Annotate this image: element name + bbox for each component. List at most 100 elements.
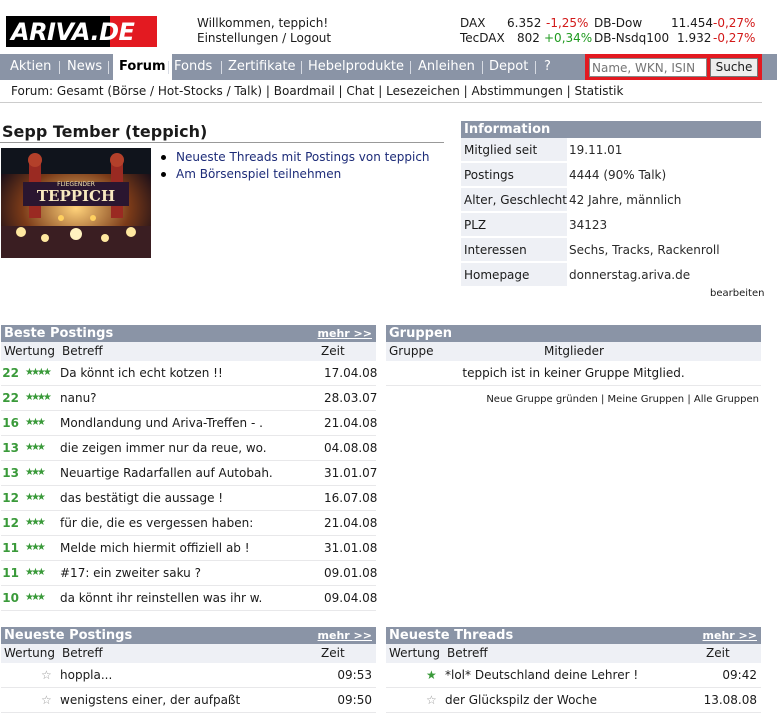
col-wertung: Wertung <box>389 646 441 660</box>
info-row: PLZ 34123 <box>461 213 761 238</box>
posting-subject[interactable]: Neuartige Radarfallen auf Autobah. <box>60 461 273 485</box>
table-row[interactable]: 11 ★★★ Melde mich hiermit offiziell ab ! 31… <box>1 536 377 561</box>
newest-postings-more-link[interactable]: mehr >> <box>318 627 372 644</box>
ticker-name[interactable]: DB-Dow <box>594 16 642 31</box>
posting-time: 28.03.07 <box>324 391 378 405</box>
table-row[interactable]: 16 ★★★ Mondlandung und Ariva-Treffen - . 21… <box>1 411 378 436</box>
forum-subnav[interactable]: Forum: Gesamt (Börse / Hot-Stocks / Talk… <box>11 84 623 98</box>
settings-logout-link[interactable]: Einstellungen / Logout <box>197 31 331 46</box>
link-newest-threads[interactable]: Neueste Threads mit Postings von teppich <box>160 149 430 166</box>
best-postings-header: Beste Postings mehr >> <box>1 325 376 342</box>
table-row[interactable]: ★ *lol* Deutschland deine Lehrer ! 09:42 <box>386 663 761 688</box>
posting-time: 31.01.07 <box>324 466 378 480</box>
rating-stars-icon: ★★★ <box>25 467 46 478</box>
col-betreff[interactable]: Betreff <box>62 342 103 361</box>
posting-score: 22 <box>2 391 19 405</box>
search-button[interactable]: Suche <box>710 58 758 77</box>
posting-score: 10 <box>2 591 19 605</box>
nav-news[interactable]: News <box>61 54 108 80</box>
nav-anleihen[interactable]: Anleihen <box>412 54 481 80</box>
posting-time: 09:42 <box>722 668 757 682</box>
posting-time: 09.04.08 <box>324 591 378 605</box>
table-row[interactable]: 13 ★★★ Neuartige Radarfallen auf Autobah. 3… <box>1 461 378 486</box>
ticker-name[interactable]: DB-Nsdq100 <box>594 31 669 46</box>
col-zeit[interactable]: Zeit <box>321 342 345 361</box>
posting-subject[interactable]: hoppla... <box>60 663 112 687</box>
posting-subject[interactable]: Melde mich hiermit offiziell ab ! <box>60 536 250 560</box>
best-postings-more-link[interactable]: mehr >> <box>318 325 372 342</box>
posting-score: 16 <box>2 416 19 430</box>
posting-score: 13 <box>2 441 19 455</box>
posting-subject[interactable]: für die, die es vergessen haben: <box>60 511 253 535</box>
info-key: Mitglied seit <box>461 138 567 161</box>
link-boersenspiel[interactable]: Am Börsenspiel teilnehmen <box>160 166 430 183</box>
table-row[interactable]: 12 ★★★ für die, die es vergessen haben: 21.… <box>1 511 377 536</box>
col-mitglieder: Mitglieder <box>544 344 604 358</box>
ticker-value: 11.454 <box>671 16 713 30</box>
table-row[interactable]: 11 ★★★ #17: ein zweiter saku ? 09.01.08 <box>1 561 377 586</box>
posting-subject[interactable]: der Glückspilz der Woche <box>445 688 597 712</box>
info-row: Mitglied seit 19.11.01 <box>461 138 761 163</box>
nav-fonds[interactable]: Fonds <box>168 54 218 80</box>
newest-postings-panel: Neueste Postings mehr >> Wertung Betreff… <box>1 627 376 713</box>
info-key: Interessen <box>461 238 567 261</box>
homepage-link[interactable]: donnerstag.ariva.de <box>569 263 690 287</box>
ticker-value: 6.352 <box>507 16 542 30</box>
table-row[interactable]: ☆ der Glückspilz der Woche 13.08.08 <box>386 688 761 713</box>
information-title: Information <box>464 122 551 137</box>
nav-depot[interactable]: Depot <box>483 54 534 80</box>
posting-subject[interactable]: #17: ein zweiter saku ? <box>60 561 201 585</box>
search-input[interactable] <box>589 58 707 77</box>
page-title: Sepp Tember (teppich) <box>2 122 208 141</box>
posting-subject[interactable]: da könnt ihr reinstellen was ihr w. <box>60 586 262 610</box>
posting-subject[interactable]: das bestätigt die aussage ! <box>60 486 223 510</box>
ticker-name[interactable]: TecDAX <box>460 31 505 46</box>
star-outline-icon: ☆ <box>41 693 52 707</box>
rating-stars-icon: ★★★ <box>25 567 46 578</box>
ticker-name[interactable]: DAX <box>460 16 485 31</box>
posting-time: 16.07.08 <box>324 491 378 505</box>
search-box: Suche <box>585 54 762 80</box>
ariva-logo[interactable]: ARIVA.DE <box>6 16 157 47</box>
nav-hebelprodukte[interactable]: Hebelprodukte <box>302 54 410 80</box>
col-gruppe: Gruppe <box>389 344 434 358</box>
nav-aktien[interactable]: Aktien <box>4 54 57 80</box>
rating-stars-icon: ★★★ <box>25 417 46 428</box>
nav-zertifikate[interactable]: Zertifikate <box>222 54 302 80</box>
edit-profile-link[interactable]: bearbeiten <box>710 288 764 299</box>
header: ARIVA.DE Willkommen, teppich! Einstellun… <box>0 0 777 54</box>
posting-subject[interactable]: wenigstens einer, der aufpaßt <box>60 688 240 712</box>
posting-subject[interactable]: *lol* Deutschland deine Lehrer ! <box>445 663 638 687</box>
posting-subject[interactable]: nanu? <box>60 386 97 410</box>
nav-separator <box>59 61 60 74</box>
table-row[interactable]: 12 ★★★ das bestätigt die aussage ! 16.07.08 <box>1 486 378 511</box>
table-row[interactable]: 22 ★★★★ nanu? 28.03.07 <box>1 386 378 411</box>
newest-threads-more-link[interactable]: mehr >> <box>703 627 757 644</box>
nav-separator <box>535 61 536 74</box>
ticker-change: -0,27% <box>713 16 756 30</box>
posting-time: 21.04.08 <box>324 416 378 430</box>
info-value: 4444 (90% Talk) <box>569 168 667 182</box>
posting-score: 12 <box>2 491 19 505</box>
table-row[interactable]: ☆ wenigstens einer, der aufpaßt 09:50 <box>1 688 376 713</box>
col-wertung[interactable]: Wertung <box>4 342 55 361</box>
newest-threads-title: Neueste Threads <box>389 628 514 643</box>
table-row[interactable]: ☆ hoppla... 09:53 <box>1 663 376 688</box>
col-wertung: Wertung <box>4 646 56 660</box>
nav-help[interactable]: ? <box>538 54 557 80</box>
newest-postings-title: Neueste Postings <box>4 628 133 643</box>
info-value: 34123 <box>569 218 608 232</box>
col-zeit: Zeit <box>321 646 345 660</box>
info-value: 19.11.01 <box>569 143 623 157</box>
nav-forum[interactable]: Forum <box>113 54 172 81</box>
profile-links: Neueste Threads mit Postings von teppich… <box>160 149 430 183</box>
divider <box>0 102 762 103</box>
table-row[interactable]: 10 ★★★ da könnt ihr reinstellen was ihr w.… <box>1 586 378 611</box>
groups-links[interactable]: Neue Gruppe gründen | Meine Gruppen | Al… <box>386 394 761 405</box>
table-row[interactable]: 22 ★★★★ Da könnt ich echt kotzen !! 17.04.0… <box>1 361 377 386</box>
posting-subject[interactable]: die zeigen immer nur da reue, wo. <box>60 436 267 460</box>
posting-subject[interactable]: Mondlandung und Ariva-Treffen - . <box>60 411 263 435</box>
table-row[interactable]: 13 ★★★ die zeigen immer nur da reue, wo. 04… <box>1 436 377 461</box>
posting-subject[interactable]: Da könnt ich echt kotzen !! <box>60 361 223 385</box>
rating-stars-icon: ★★★ <box>25 442 46 453</box>
